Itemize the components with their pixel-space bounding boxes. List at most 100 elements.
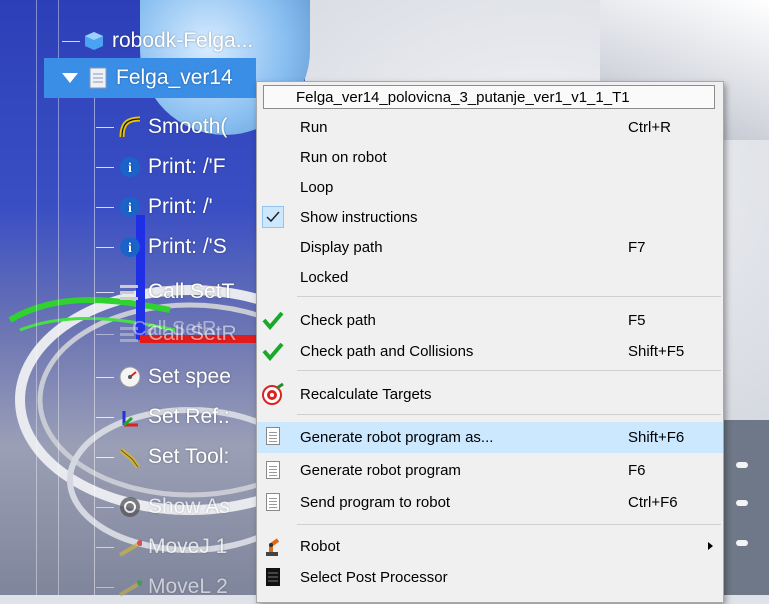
tree-item-instruction[interactable]: MoveL 2: [96, 570, 228, 604]
menu-item-run[interactable]: Run Ctrl+R: [257, 113, 723, 141]
menu-item-shortcut: Shift+F5: [628, 342, 685, 360]
menu-item-robot[interactable]: Robot: [257, 532, 723, 560]
menu-item-send-program[interactable]: Send program to robot Ctrl+F6: [257, 488, 723, 516]
tree-item-instruction[interactable]: Call SetR: [96, 317, 237, 351]
tree-branch: [96, 166, 114, 168]
tree-item-label: Felga_ver14: [116, 66, 233, 89]
tree-branch: [96, 416, 114, 418]
menu-item-label: Generate robot program as...: [300, 429, 494, 446]
tree-item-label: Set Ref.:: [148, 405, 230, 428]
menu-item-check-path-collisions[interactable]: Check path and Collisions Shift+F5: [257, 337, 723, 365]
menu-item-label: Locked: [300, 268, 349, 286]
menu-item-shortcut: Ctrl+F6: [628, 493, 678, 511]
tree-branch: [96, 246, 114, 248]
tree-item-instruction[interactable]: Smooth(: [96, 110, 227, 144]
menu-item-generate-program[interactable]: Generate robot program F6: [257, 456, 723, 484]
tree-branch: [62, 40, 80, 42]
tree-branch: [96, 586, 114, 588]
menu-item-locked[interactable]: Locked: [257, 263, 723, 291]
tree-item-label: Set spee: [148, 365, 231, 388]
tree-item-instruction[interactable]: Show As: [96, 490, 230, 524]
tree-item-label: MoveL 2: [148, 575, 228, 598]
move-linear-icon: [118, 575, 142, 599]
smooth-curve-icon: [118, 115, 142, 139]
document-icon: [261, 490, 285, 514]
info-icon: i: [118, 155, 142, 179]
plate-hole: [736, 500, 748, 506]
tree-item-label: Set Tool:: [148, 445, 230, 468]
menu-item-display-path[interactable]: Display path F7: [257, 233, 723, 261]
tree-item-instruction[interactable]: MoveJ 1: [96, 530, 227, 564]
tree-item-instruction[interactable]: Set Ref.:: [96, 400, 230, 434]
tree-item-instruction[interactable]: Set spee: [96, 360, 231, 394]
tree-branch: [96, 456, 114, 458]
menu-separator: [297, 524, 721, 525]
program-doc-icon: [86, 66, 110, 90]
menu-item-shortcut: Shift+F6: [628, 429, 685, 446]
target-icon: [261, 382, 285, 406]
green-check-icon: [261, 339, 285, 363]
menu-item-label: Select Post Processor: [300, 568, 448, 586]
tree-branch: [96, 126, 114, 128]
menu-item-label: Run: [300, 118, 328, 136]
menu-separator: [297, 296, 721, 297]
menu-item-shortcut: Ctrl+R: [628, 118, 671, 136]
menu-item-shortcut: F6: [628, 461, 646, 479]
tree-branch: [96, 291, 114, 293]
menu-item-label: Generate robot program: [300, 461, 461, 479]
menu-item-generate-program-as[interactable]: Generate robot program as... Shift+F6: [257, 422, 723, 453]
tree-item-label: MoveJ 1: [148, 535, 228, 558]
tree-branch: [96, 506, 114, 508]
tree-guide-line: [36, 0, 37, 595]
tree-item-label: Show As: [148, 495, 230, 518]
svg-text:i: i: [128, 201, 132, 216]
speed-gauge-icon: [118, 365, 142, 389]
menu-item-run-on-robot[interactable]: Run on robot: [257, 143, 723, 171]
menu-item-select-post-processor[interactable]: Select Post Processor: [257, 563, 723, 591]
menu-separator: [297, 370, 721, 371]
black-doc-icon: [261, 565, 285, 589]
tree-item-instruction[interactable]: i Print: /': [96, 190, 213, 224]
call-program-icon: [118, 280, 142, 304]
tree-item-instruction[interactable]: i Print: /'S: [96, 230, 227, 264]
tree-item-label: robodk-Felga...: [112, 29, 254, 52]
robot-arm-icon: [261, 534, 285, 558]
tree-item-program[interactable]: Felga_ver14: [62, 61, 233, 95]
tree-item-station[interactable]: robodk-Felga...: [62, 24, 253, 58]
tree-item-label: Call SetT: [148, 280, 235, 303]
tool-icon: [118, 445, 142, 469]
menu-item-label: Robot: [300, 537, 341, 555]
program-context-menu[interactable]: Felga_ver14_polovicna_3_putanje_ver1_v1_…: [256, 81, 724, 603]
menu-item-label: Display path: [300, 238, 383, 256]
tree-item-label: Print: /'F: [148, 155, 226, 178]
submenu-arrow-icon: [708, 542, 713, 550]
tree-branch: [96, 546, 114, 548]
info-icon: i: [118, 235, 142, 259]
menu-item-check-path[interactable]: Check path F5: [257, 306, 723, 334]
menu-item-shortcut: F5: [628, 311, 646, 329]
menu-item-label: Recalculate Targets: [300, 385, 432, 403]
menu-item-label: Check path: [300, 311, 376, 329]
info-icon: i: [118, 195, 142, 219]
tree-item-instruction[interactable]: Set Tool:: [96, 440, 229, 474]
tree-item-instruction[interactable]: i Print: /'F: [96, 150, 226, 184]
tree-item-instruction[interactable]: Call SetT: [96, 275, 234, 309]
tree-guide-line: [94, 92, 95, 595]
chevron-down-icon[interactable]: [62, 73, 78, 83]
menu-separator: [297, 414, 721, 415]
document-icon: [261, 458, 285, 482]
refresh-icon: [118, 495, 142, 519]
menu-item-label: Check path and Collisions: [300, 342, 474, 360]
tree-item-label: Smooth(: [148, 115, 228, 138]
green-check-icon: [261, 308, 285, 332]
call-program-icon: [118, 322, 142, 346]
tree-item-label: Call SetR: [148, 322, 237, 345]
menu-item-loop[interactable]: Loop: [257, 173, 723, 201]
move-joint-icon: [118, 535, 142, 559]
tree-item-label: Print: /'S: [148, 235, 227, 258]
plate-hole: [736, 462, 748, 468]
menu-item-recalculate-targets[interactable]: Recalculate Targets: [257, 380, 723, 408]
cube-icon: [82, 29, 106, 53]
reference-frame-icon: [118, 405, 142, 429]
menu-item-show-instructions[interactable]: Show instructions: [257, 203, 723, 231]
